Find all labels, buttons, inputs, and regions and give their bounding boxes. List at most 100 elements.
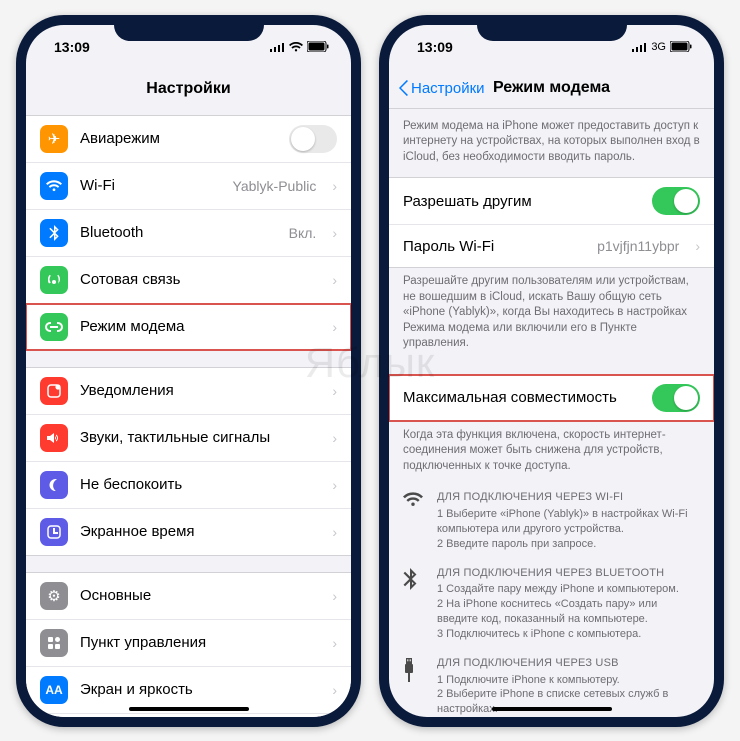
chevron-right-icon: › [332,477,337,493]
instructions-bluetooth: ДЛЯ ПОДКЛЮЧЕНИЯ ЧЕРЕЗ BLUETOOTH 1 Создай… [389,556,714,646]
group-footer: Когда эта функция включена, скорость инт… [389,422,714,481]
settings-group-general: ⚙ Основные › Пункт управления › AA Экран… [26,572,351,717]
signal-icon [631,42,647,52]
settings-group-connectivity: ✈︎ Авиарежим Wi-Fi Yablyk-Public › Bluet… [26,115,351,351]
sounds-icon [40,424,68,452]
bluetooth-icon [403,566,425,642]
row-general[interactable]: ⚙ Основные › [26,573,351,620]
row-control-center[interactable]: Пункт управления › [26,620,351,667]
chevron-right-icon: › [332,178,337,194]
instruction-step: 1 Создайте пару между iPhone и компьютер… [437,582,700,597]
usb-icon [403,656,425,717]
row-label: Не беспокоить [80,476,320,493]
row-dnd[interactable]: Не беспокоить › [26,462,351,509]
status-time: 13:09 [54,39,90,55]
instructions-title: ДЛЯ ПОДКЛЮЧЕНИЯ ЧЕРЕЗ BLUETOOTH [437,566,700,581]
gear-icon: ⚙ [40,582,68,610]
row-label: Пароль Wi-Fi [403,238,585,255]
battery-icon [307,41,329,52]
notifications-icon [40,377,68,405]
row-detail: p1vjfjn11ybpr [597,238,679,254]
instruction-step: 1 Подключите iPhone к компьютеру. [437,673,700,688]
signal-icon [269,42,285,52]
chevron-right-icon: › [332,524,337,540]
notch [114,15,264,41]
dnd-icon [40,471,68,499]
row-label: Bluetooth [80,224,277,241]
chevron-right-icon: › [332,272,337,288]
group-footer: Разрешайте другим пользователям или устр… [389,268,714,358]
control-center-icon [40,629,68,657]
row-wifi-password[interactable]: Пароль Wi-Fi p1vjfjn11ybpr › [389,225,714,267]
hotspot-settings[interactable]: Режим модема на iPhone может предоставит… [389,109,714,717]
chevron-right-icon: › [332,682,337,698]
intro-text: Режим модема на iPhone может предоставит… [389,109,714,172]
instruction-step: 2 На iPhone коснитесь «Создать пару» или… [437,597,700,627]
chevron-right-icon: › [695,238,700,254]
instructions-title: ДЛЯ ПОДКЛЮЧЕНИЯ ЧЕРЕЗ USB [437,656,700,671]
instruction-step: 2 Введите пароль при запросе. [437,537,700,552]
row-label: Звуки, тактильные сигналы [80,429,320,446]
row-label: Основные [80,587,320,604]
hotspot-icon [40,313,68,341]
row-bluetooth[interactable]: Bluetooth Вкл. › [26,210,351,257]
instructions-title: ДЛЯ ПОДКЛЮЧЕНИЯ ЧЕРЕЗ WI-FI [437,490,700,505]
row-label: Экранное время [80,523,320,540]
row-detail: Вкл. [289,225,317,241]
airplane-toggle[interactable] [289,125,337,153]
page-title: Настройки [146,80,230,98]
status-time: 13:09 [417,39,453,55]
bluetooth-icon [40,219,68,247]
max-compat-toggle[interactable] [652,384,700,412]
cellular-icon [40,266,68,294]
network-type: 3G [651,41,666,53]
row-label: Максимальная совместимость [403,389,640,406]
row-label: Экран и яркость [80,681,320,698]
row-label: Авиарежим [80,130,277,147]
chevron-right-icon: › [332,588,337,604]
chevron-right-icon: › [332,319,337,335]
wifi-icon [403,490,425,551]
row-label: Разрешать другим [403,193,640,210]
page-title: Режим модема [493,79,610,97]
chevron-right-icon: › [332,225,337,241]
row-airplane[interactable]: ✈︎ Авиарежим [26,116,351,163]
home-indicator[interactable] [492,707,612,711]
back-button[interactable]: Настройки [399,80,485,97]
row-hotspot[interactable]: Режим модема › [26,304,351,350]
screentime-icon [40,518,68,546]
row-label: Пункт управления [80,634,320,651]
settings-group-notifications: Уведомления › Звуки, тактильные сигналы … [26,367,351,556]
row-homescreen[interactable]: Экран «Домой» › [26,714,351,717]
row-allow-others[interactable]: Разрешать другим [389,178,714,225]
airplane-icon: ✈︎ [40,125,68,153]
row-notifications[interactable]: Уведомления › [26,368,351,415]
chevron-left-icon [399,80,409,96]
chevron-right-icon: › [332,383,337,399]
phone-right: 13:09 3G Настройки Режим модема Режим мо… [379,15,724,727]
back-label: Настройки [411,80,485,97]
wifi-icon [40,172,68,200]
chevron-right-icon: › [332,430,337,446]
instruction-step: 3 Подключитесь к iPhone с компьютера. [437,627,700,642]
status-indicators [269,41,329,52]
instruction-step: 2 Выберите iPhone в списке сетевых служб… [437,687,700,716]
phone-left: 13:09 Настройки ✈︎ Авиарежим Wi-Fi Y [16,15,361,727]
row-detail: Yablyk-Public [233,178,317,194]
group-allow-others: Разрешать другим Пароль Wi-Fi p1vjfjn11y… [389,177,714,268]
settings-list[interactable]: ✈︎ Авиарежим Wi-Fi Yablyk-Public › Bluet… [26,109,351,717]
allow-others-toggle[interactable] [652,187,700,215]
chevron-right-icon: › [332,635,337,651]
row-wifi[interactable]: Wi-Fi Yablyk-Public › [26,163,351,210]
nav-bar: Настройки [26,69,351,109]
row-cellular[interactable]: Сотовая связь › [26,257,351,304]
status-indicators: 3G [631,41,692,53]
wifi-icon [289,42,303,52]
row-max-compat[interactable]: Максимальная совместимость [389,375,714,421]
row-label: Сотовая связь [80,271,320,288]
row-sounds[interactable]: Звуки, тактильные сигналы › [26,415,351,462]
display-icon: AA [40,676,68,704]
group-max-compat: Максимальная совместимость [389,374,714,422]
row-screentime[interactable]: Экранное время › [26,509,351,555]
home-indicator[interactable] [129,707,249,711]
